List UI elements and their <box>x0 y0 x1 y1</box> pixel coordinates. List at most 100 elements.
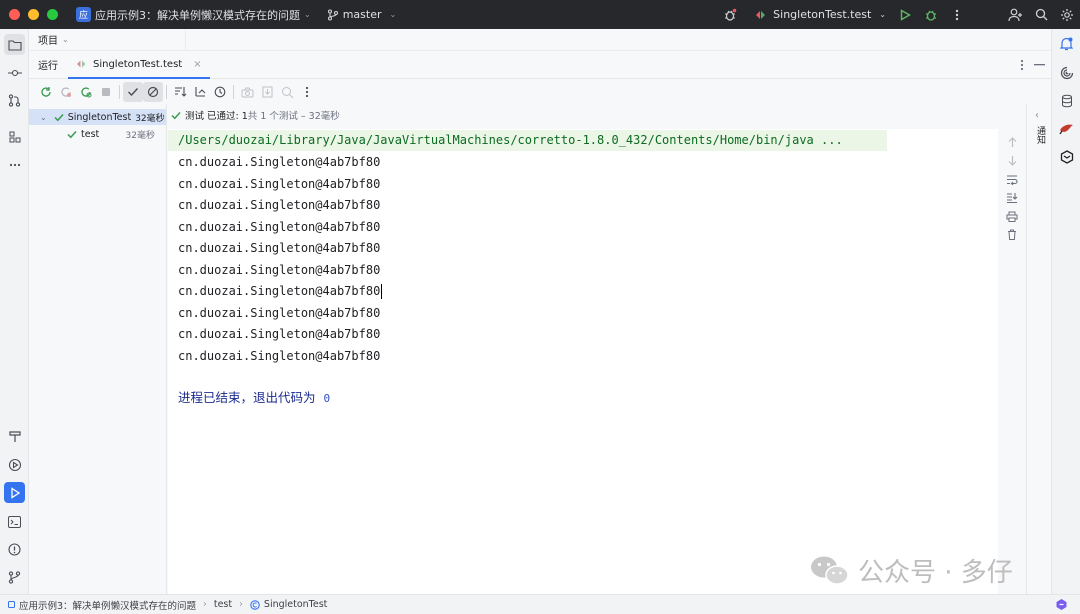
text-caret <box>381 284 383 299</box>
tree-item-time: 32毫秒 <box>135 113 165 124</box>
run-panel-header: 运行 SingletonTest.test × <box>29 51 1051 79</box>
divider <box>185 29 186 51</box>
tree-row-singleton-test[interactable]: ⌄ SingletonTest 32毫秒 <box>29 109 166 125</box>
tree-row-test[interactable]: test 32毫秒 <box>29 126 166 142</box>
export-tests-icon[interactable] <box>277 82 297 102</box>
search-icon[interactable] <box>1028 0 1054 29</box>
build-icon[interactable] <box>4 426 25 447</box>
arrow-down-icon[interactable] <box>1004 152 1020 168</box>
folder-icon[interactable] <box>4 34 25 55</box>
project-panel-label[interactable]: 项目 <box>38 32 58 47</box>
git-icon[interactable] <box>4 567 25 588</box>
sort-by-duration-icon[interactable] <box>190 82 210 102</box>
toggle-auto-test-icon[interactable] <box>76 82 96 102</box>
console-line: cn.duozai.Singleton@4ab7bf80 <box>178 262 381 277</box>
minimize-window-button[interactable] <box>28 9 39 20</box>
chevron-down-icon[interactable]: ⌄ <box>40 113 47 122</box>
divider <box>119 85 120 99</box>
collapsed-panel-label[interactable]: 通知 <box>1034 126 1047 144</box>
import-tests-icon[interactable] <box>257 82 277 102</box>
divider <box>166 85 167 99</box>
junit-config-icon <box>756 10 766 19</box>
camera-icon[interactable] <box>237 82 257 102</box>
database-icon[interactable] <box>1056 90 1077 111</box>
watermark: 公众号 · 多仔 <box>808 552 1013 589</box>
show-passed-icon[interactable] <box>123 82 143 102</box>
terminal-icon[interactable] <box>4 511 25 532</box>
project-badge[interactable]: 应 <box>76 7 91 22</box>
gradle-icon[interactable] <box>1056 146 1077 167</box>
console-line: cn.duozai.Singleton@4ab7bf80 <box>178 305 381 320</box>
console-line: cn.duozai.Singleton@4ab7bf80 <box>178 241 381 255</box>
passed-check-icon <box>54 113 64 121</box>
branch-name: master <box>342 8 382 21</box>
close-tab-button[interactable]: × <box>193 59 201 70</box>
run-configuration-selector[interactable]: SingletonTest.test ⌄ <box>755 8 886 21</box>
passed-check-icon <box>171 111 181 119</box>
more-icon[interactable] <box>1020 59 1024 71</box>
class-icon <box>250 599 260 610</box>
ai-status-icon[interactable] <box>1055 598 1068 611</box>
more-icon[interactable] <box>297 82 317 102</box>
notifications-icon[interactable] <box>1056 33 1077 54</box>
run-panel-actions <box>1020 51 1045 79</box>
test-summary: 测试 已通过: 1 共 1 个测试 – 32毫秒 <box>168 104 1051 126</box>
console-line: cn.duozai.Singleton@4ab7bf80 <box>178 198 381 212</box>
chevron-right-icon: › <box>203 599 207 610</box>
settings-icon[interactable] <box>1054 0 1080 29</box>
module-icon <box>8 601 15 608</box>
vcs-branch-widget[interactable]: master ⌄ <box>327 8 397 21</box>
print-icon[interactable] <box>1004 208 1020 224</box>
console-line-with-caret: cn.duozai.Singleton@4ab7bf80 <box>178 281 383 302</box>
exit-code: 0 <box>323 392 331 405</box>
console-output[interactable]: /Users/duozai/Library/Java/JavaVirtualMa… <box>168 129 998 594</box>
breadcrumb-item[interactable]: SingletonTest <box>264 599 327 610</box>
watermark-text: 公众号 · 多仔 <box>858 558 1013 588</box>
close-window-button[interactable] <box>9 9 20 20</box>
services-icon[interactable] <box>4 454 25 475</box>
add-user-icon[interactable] <box>1002 0 1028 29</box>
more-icon[interactable] <box>4 154 25 175</box>
status-bar: 应用示例3：解决单例懒汉模式存在的问题 › test › SingletonTe… <box>0 594 1080 614</box>
zoom-window-button[interactable] <box>47 9 58 20</box>
console-command-line[interactable]: /Users/duozai/Library/Java/JavaVirtualMa… <box>168 130 887 151</box>
debug-icon[interactable] <box>918 0 944 29</box>
stop-icon[interactable] <box>96 82 116 102</box>
minimize-icon[interactable] <box>1034 64 1045 66</box>
rerun-failed-icon[interactable] <box>56 82 76 102</box>
window-controls <box>9 9 58 20</box>
project-name[interactable]: 应用示例3：解决单例懒汉模式存在的问题 <box>95 7 300 23</box>
maven-icon[interactable] <box>1056 118 1077 139</box>
soft-wrap-icon[interactable] <box>1004 171 1020 187</box>
tree-item-name: test <box>81 128 100 140</box>
rerun-icon[interactable] <box>36 82 56 102</box>
titlebar-actions: SingletonTest.test ⌄ <box>717 0 1080 29</box>
arrow-up-icon[interactable] <box>1004 134 1020 150</box>
play-icon[interactable] <box>892 0 918 29</box>
test-tree: ⌄ SingletonTest 32毫秒 test 32毫秒 <box>29 104 167 594</box>
commit-icon[interactable] <box>4 62 25 83</box>
trash-icon[interactable] <box>1004 226 1020 242</box>
chevron-down-icon[interactable]: ⌄ <box>62 35 69 44</box>
history-icon[interactable] <box>210 82 230 102</box>
pull-request-icon[interactable] <box>4 90 25 111</box>
console-line: cn.duozai.Singleton@4ab7bf80 <box>178 327 381 341</box>
chevron-down-icon[interactable]: ⌄ <box>304 10 311 19</box>
scroll-to-end-icon[interactable] <box>1004 189 1020 205</box>
collapsed-side-panel[interactable]: ‹ 通知 <box>1026 104 1051 594</box>
tab-singleton-test[interactable]: SingletonTest.test × <box>68 51 210 79</box>
ai-assistant-icon[interactable] <box>1056 62 1077 83</box>
divider <box>233 85 234 99</box>
breadcrumb-item[interactable]: test <box>214 599 232 610</box>
sort-icon[interactable] <box>170 82 190 102</box>
structure-icon[interactable] <box>4 126 25 147</box>
problems-icon[interactable] <box>4 539 25 560</box>
run-icon[interactable] <box>4 482 25 503</box>
chevron-left-icon[interactable]: ‹ <box>1035 110 1039 121</box>
console-side-actions <box>998 129 1026 594</box>
more-icon[interactable] <box>944 0 970 29</box>
bug-icon[interactable] <box>717 0 743 29</box>
breadcrumb-item[interactable]: 应用示例3：解决单例懒汉模式存在的问题 <box>19 598 196 612</box>
chevron-down-icon: ⌄ <box>389 10 397 19</box>
show-ignored-icon[interactable] <box>143 82 163 102</box>
